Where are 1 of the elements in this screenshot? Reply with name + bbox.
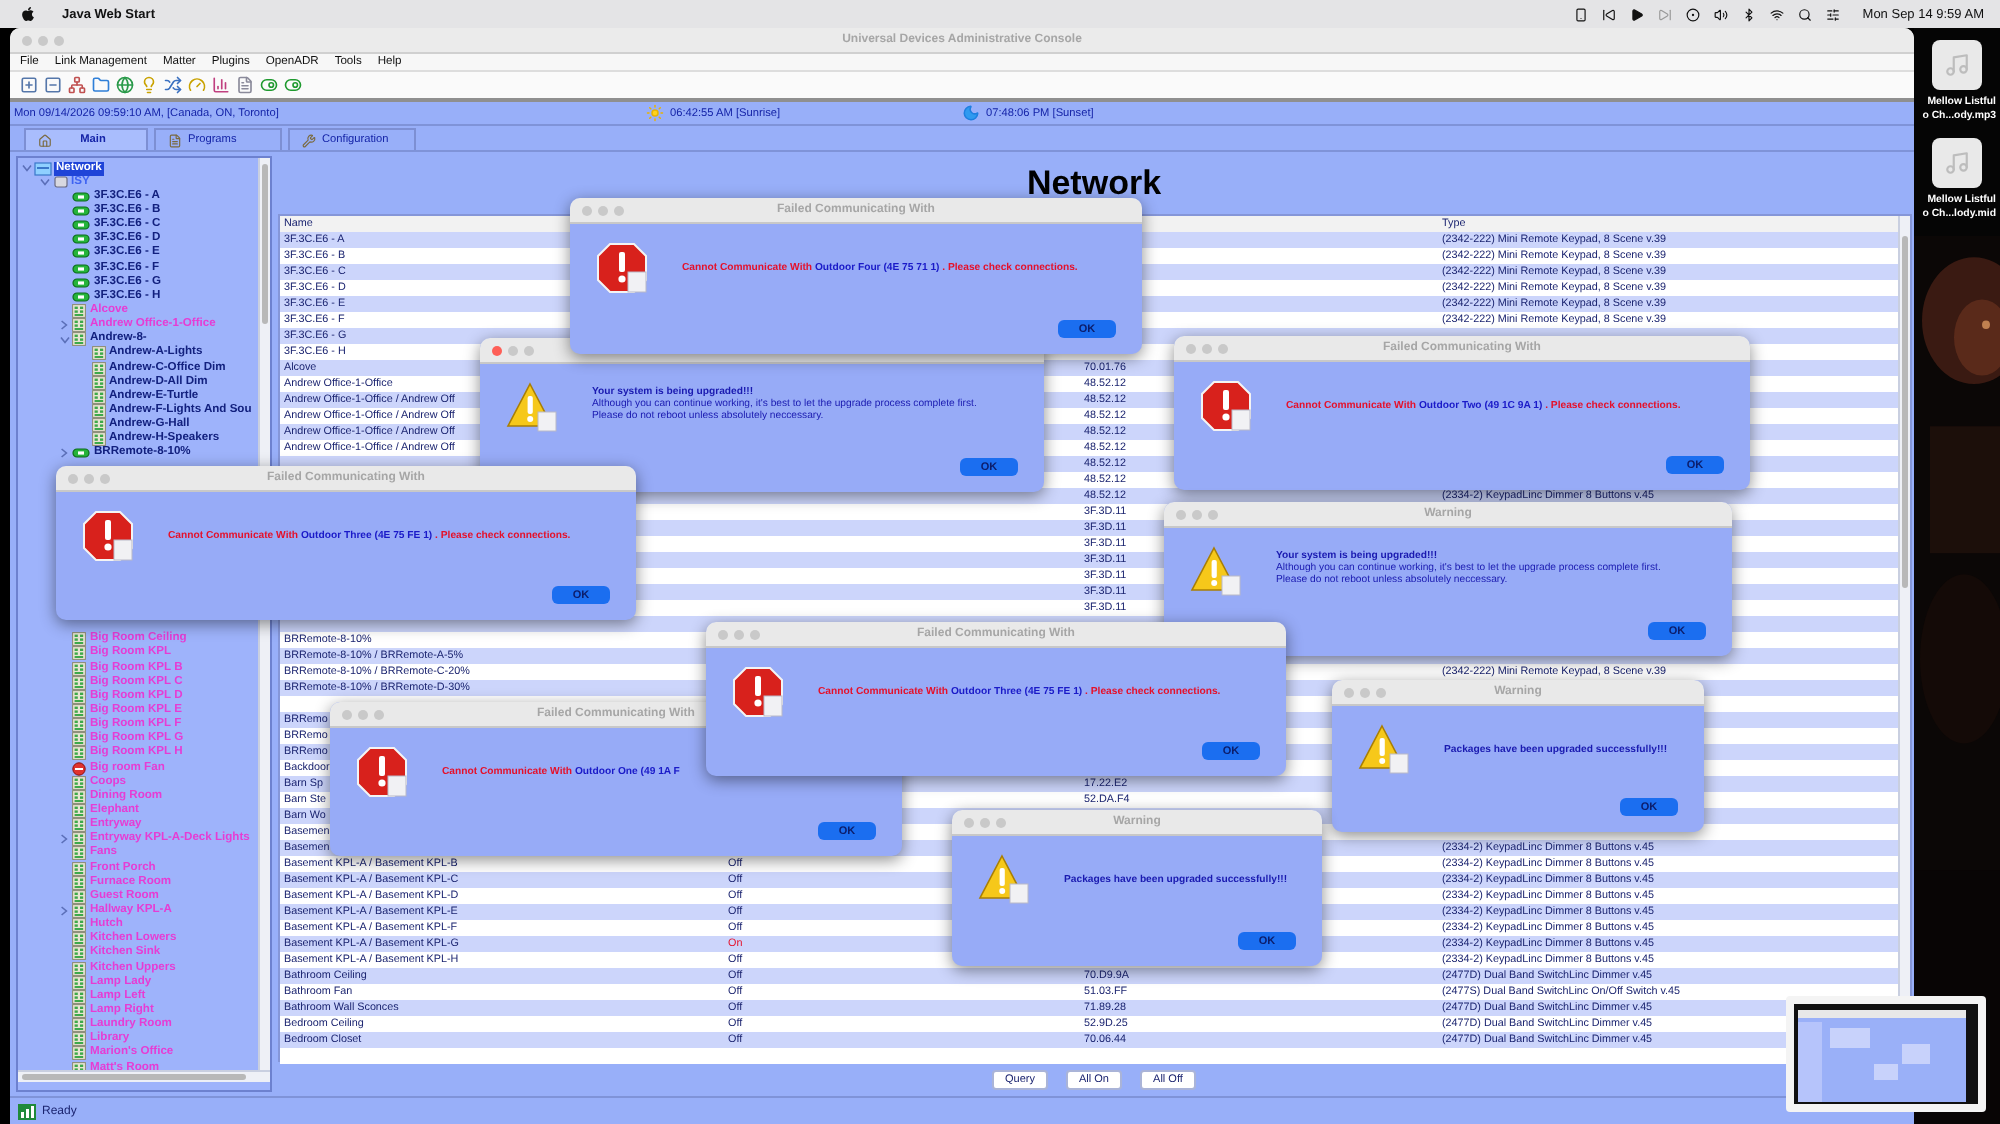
- page-heading: Network: [1026, 163, 1162, 203]
